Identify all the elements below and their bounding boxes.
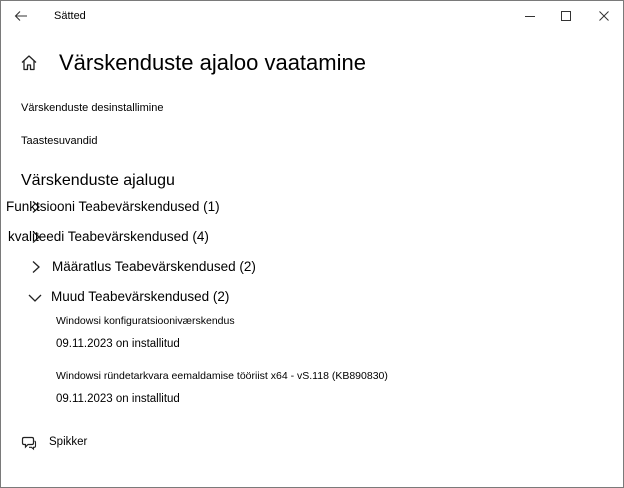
update-item-name[interactable]: Windowsi ründetarkvara eemaldamise tööri… — [56, 370, 388, 382]
category-label: kvaliteedi Teabevärskendused (4) — [8, 229, 209, 244]
category-label: Funktsiooni Teabevärskendused (1) — [6, 199, 220, 214]
close-button[interactable] — [587, 1, 621, 31]
help-label: Spikker — [49, 436, 88, 448]
window-title: Sätted — [54, 10, 86, 22]
home-button[interactable] — [20, 54, 38, 72]
update-item-status: 09.11.2023 on installitud — [56, 393, 180, 405]
recovery-options-link[interactable]: Taastesuvandid — [21, 135, 97, 147]
close-icon — [599, 11, 609, 21]
minimize-button[interactable] — [513, 1, 547, 31]
help-chat-icon — [21, 436, 37, 451]
update-item-name[interactable]: Windowsi konfiguratsiooniværskendus — [56, 315, 235, 327]
page-title: Värskenduste ajaloo vaatamine — [59, 50, 366, 75]
back-arrow-icon — [14, 11, 27, 21]
settings-window: Sätted Värskenduste ajaloo vaatamine Vär… — [0, 0, 624, 488]
help-link[interactable]: Spikker — [21, 434, 87, 452]
category-other-updates[interactable]: Muud Teabevärskendused (2) — [27, 288, 267, 308]
back-button[interactable] — [9, 5, 33, 27]
category-definition-updates[interactable]: Määratlus Teabevärskendused (2) — [27, 258, 267, 278]
category-label: Määratlus Teabevärskendused (2) — [52, 259, 256, 274]
update-history-heading: Värskenduste ajalugu — [21, 172, 175, 189]
chevron-right-icon — [32, 261, 40, 273]
category-label: Muud Teabevärskendused (2) — [51, 289, 230, 304]
uninstall-updates-link[interactable]: Värskenduste desinstallimine — [21, 102, 163, 114]
chevron-down-icon — [28, 294, 42, 302]
maximize-button[interactable] — [549, 1, 583, 31]
category-quality-updates[interactable]: kvaliteedi Teabevärskendused (4) — [1, 228, 261, 248]
update-item-status: 09.11.2023 on installitud — [56, 338, 180, 350]
home-icon — [21, 55, 37, 71]
maximize-icon — [561, 11, 571, 21]
title-bar: Sätted — [1, 1, 623, 31]
category-feature-updates[interactable]: Funktsiooni Teabevärskendused (1) — [1, 198, 261, 218]
minimize-icon — [525, 16, 535, 17]
